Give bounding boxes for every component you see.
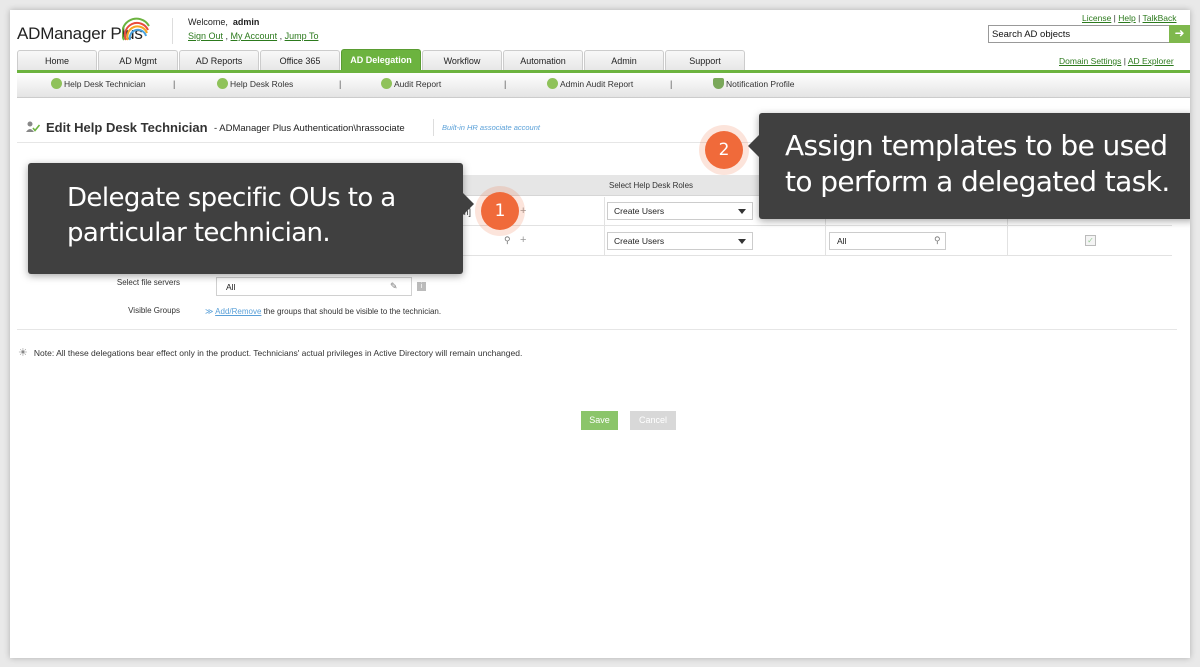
talkback-link[interactable]: TalkBack bbox=[1143, 13, 1177, 23]
callout-line: Delegate specific OUs to a bbox=[67, 183, 396, 213]
add-row-icon[interactable]: + bbox=[520, 234, 526, 246]
add-remove-groups-link[interactable]: Add/Remove bbox=[215, 307, 261, 316]
step-badge-1: 1 bbox=[481, 192, 519, 230]
file-servers-value: All bbox=[226, 282, 236, 292]
file-servers-input[interactable]: All bbox=[216, 277, 412, 296]
technician-icon bbox=[51, 78, 62, 89]
jump-to-link[interactable]: Jump To bbox=[285, 31, 319, 41]
tab-ad-reports[interactable]: AD Reports bbox=[179, 50, 259, 71]
username: admin bbox=[232, 17, 260, 27]
tab-automation[interactable]: Automation bbox=[503, 50, 583, 71]
subnav-admin-audit-report[interactable]: Admin Audit Report bbox=[547, 78, 633, 89]
search-go-button[interactable]: ➜ bbox=[1169, 25, 1190, 43]
callout-delegate-ous: Delegate specific OUs to a particular te… bbox=[28, 163, 474, 274]
delegation-row bbox=[462, 227, 1172, 256]
row-checkbox[interactable]: ✓ bbox=[1085, 235, 1096, 246]
lightbulb-icon: ☀ bbox=[18, 347, 28, 359]
account-description: Built-in HR associate account bbox=[442, 123, 540, 132]
role-select-value: Create Users bbox=[614, 236, 665, 246]
visible-groups-description: the groups that should be visible to the… bbox=[263, 307, 442, 316]
subnav-help-desk-technician[interactable]: Help Desk Technician bbox=[51, 78, 146, 89]
subnav-label: Notification Profile bbox=[726, 78, 795, 89]
tab-office-365[interactable]: Office 365 bbox=[260, 50, 340, 71]
visible-groups-label: Visible Groups bbox=[128, 306, 180, 315]
visible-groups-row: ≫ Add/Remove the groups that should be v… bbox=[205, 307, 441, 316]
file-servers-label: Select file servers bbox=[116, 278, 180, 287]
role-select[interactable]: Create Users bbox=[607, 202, 753, 220]
edit-pencil-icon[interactable]: ✎ bbox=[390, 281, 398, 292]
role-select-value: Create Users bbox=[614, 206, 665, 216]
admin-audit-icon bbox=[547, 78, 558, 89]
welcome-text: Welcome, admin bbox=[188, 17, 259, 27]
cancel-button[interactable]: Cancel bbox=[630, 411, 676, 430]
callout-assign-templates: Assign templates to be used to perform a… bbox=[748, 113, 1190, 219]
template-select-input[interactable]: All bbox=[829, 232, 946, 250]
subnav-help-desk-roles[interactable]: Help Desk Roles bbox=[217, 78, 293, 89]
note-text: Note: All these delegations bear effect … bbox=[33, 347, 523, 358]
subnav-label: Help Desk Technician bbox=[64, 78, 146, 89]
tab-ad-delegation[interactable]: AD Delegation bbox=[341, 49, 421, 71]
logo-arc-icon bbox=[122, 17, 150, 41]
roles-icon bbox=[217, 78, 228, 89]
roles-column-header: Select Help Desk Roles bbox=[609, 181, 694, 190]
subnav-separator: | bbox=[504, 79, 507, 89]
header-divider bbox=[172, 18, 173, 44]
subnav-audit-report[interactable]: Audit Report bbox=[381, 78, 441, 89]
template-picker-icon[interactable]: ⚲ bbox=[934, 235, 941, 246]
top-right-links: License | Help | TalkBack bbox=[1082, 13, 1177, 23]
page-title: Edit Help Desk Technician bbox=[46, 120, 208, 135]
user-links: Sign Out , My Account , Jump To bbox=[188, 31, 319, 41]
tab-workflow[interactable]: Workflow bbox=[422, 50, 502, 71]
template-value: All bbox=[837, 236, 847, 246]
user-check-icon bbox=[26, 121, 40, 132]
domain-settings-link[interactable]: Domain Settings bbox=[1059, 56, 1121, 66]
domain-links: Domain Settings | AD Explorer bbox=[1059, 56, 1174, 66]
column-separator bbox=[604, 197, 605, 256]
subnav-notification-profile[interactable]: Notification Profile bbox=[713, 78, 795, 89]
tab-support[interactable]: Support bbox=[665, 50, 745, 71]
subnav-separator: | bbox=[670, 79, 673, 89]
role-select[interactable]: Create Users bbox=[607, 232, 753, 250]
add-row-icon[interactable]: + bbox=[520, 205, 526, 217]
subnav-separator: | bbox=[173, 79, 176, 89]
sign-out-link[interactable]: Sign Out bbox=[188, 31, 223, 41]
arrow-right-icon: ➜ bbox=[1174, 26, 1185, 40]
subnav-separator: | bbox=[339, 79, 342, 89]
double-chevron-icon: ≫ bbox=[205, 307, 214, 316]
info-icon[interactable]: i bbox=[417, 282, 426, 291]
chevron-down-icon bbox=[738, 239, 746, 244]
title-divider bbox=[433, 119, 434, 136]
welcome-prefix: Welcome, bbox=[188, 17, 228, 27]
license-link[interactable]: License bbox=[1082, 13, 1111, 23]
help-link[interactable]: Help bbox=[1118, 13, 1135, 23]
callout-line: Assign templates to be used bbox=[785, 129, 1168, 162]
search-input[interactable] bbox=[988, 25, 1170, 43]
audit-report-icon bbox=[381, 78, 392, 89]
sub-navigation: Help Desk Technician | Help Desk Roles |… bbox=[17, 73, 1190, 98]
chevron-down-icon bbox=[738, 209, 746, 214]
page-subtitle: - ADManager Plus Authentication\hrassoci… bbox=[214, 123, 405, 134]
subnav-label: Audit Report bbox=[394, 78, 442, 89]
tab-ad-mgmt[interactable]: AD Mgmt bbox=[98, 50, 178, 71]
app-window: ADManager Plus Welcome, admin Sign Out ,… bbox=[10, 10, 1190, 658]
delegation-note: ☀ Note: All these delegations bear effec… bbox=[18, 346, 522, 359]
my-account-link[interactable]: My Account bbox=[231, 31, 278, 41]
callout-line: particular technician. bbox=[67, 218, 331, 248]
step-badge-2: 2 bbox=[705, 131, 743, 169]
tab-admin[interactable]: Admin bbox=[584, 50, 664, 71]
bell-icon bbox=[713, 78, 724, 89]
save-button[interactable]: Save bbox=[581, 411, 618, 430]
main-tabs: Home AD Mgmt AD Reports Office 365 AD De… bbox=[17, 49, 746, 71]
form-separator bbox=[17, 329, 1177, 330]
subnav-label: Help Desk Roles bbox=[230, 78, 294, 89]
tab-home[interactable]: Home bbox=[17, 50, 97, 71]
callout-line: to perform a delegated task. bbox=[785, 165, 1170, 198]
ad-explorer-link[interactable]: AD Explorer bbox=[1128, 56, 1174, 66]
subnav-label: Admin Audit Report bbox=[560, 78, 634, 89]
ou-picker-icon[interactable]: ⚲ bbox=[504, 235, 511, 246]
